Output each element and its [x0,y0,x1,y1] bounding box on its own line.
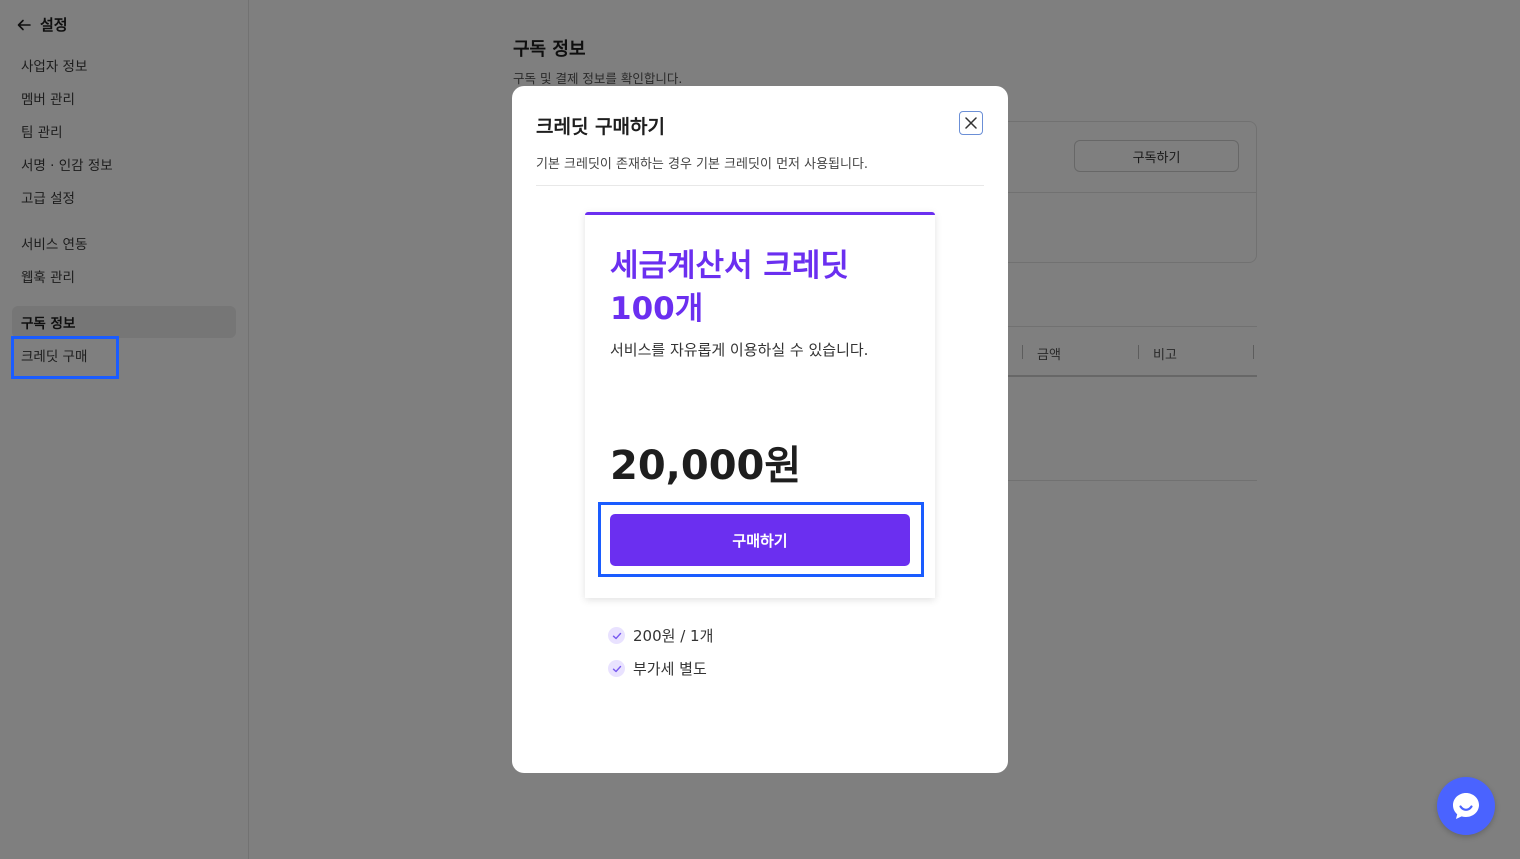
feature-label: 부가세 별도 [633,660,707,678]
modal-title: 크레딧 구매하기 [536,116,665,138]
product-name: 세금계산서 크레딧 100개 [610,248,849,327]
chat-icon [1453,793,1479,819]
feature-item: 부가세 별도 [608,658,707,679]
close-button[interactable] [959,111,983,135]
chat-support-button[interactable] [1437,777,1495,835]
highlight-box-credit-purchase [11,336,119,379]
credit-purchase-modal: 크레딧 구매하기 기본 크레딧이 존재하는 경우 기본 크레딧이 먼저 사용됩니… [512,86,1008,773]
product-description: 서비스를 자유롭게 이용하실 수 있습니다. [610,341,869,359]
check-icon [608,627,625,644]
modal-divider [536,185,984,186]
feature-label: 200원 / 1개 [633,627,714,645]
modal-description: 기본 크레딧이 존재하는 경우 기본 크레딧이 먼저 사용됩니다. [536,157,869,172]
feature-item: 200원 / 1개 [608,625,713,646]
close-icon [965,117,977,129]
check-icon [608,660,625,677]
product-price: 20,000원 [610,443,802,489]
highlight-box-buy-button [598,502,924,577]
